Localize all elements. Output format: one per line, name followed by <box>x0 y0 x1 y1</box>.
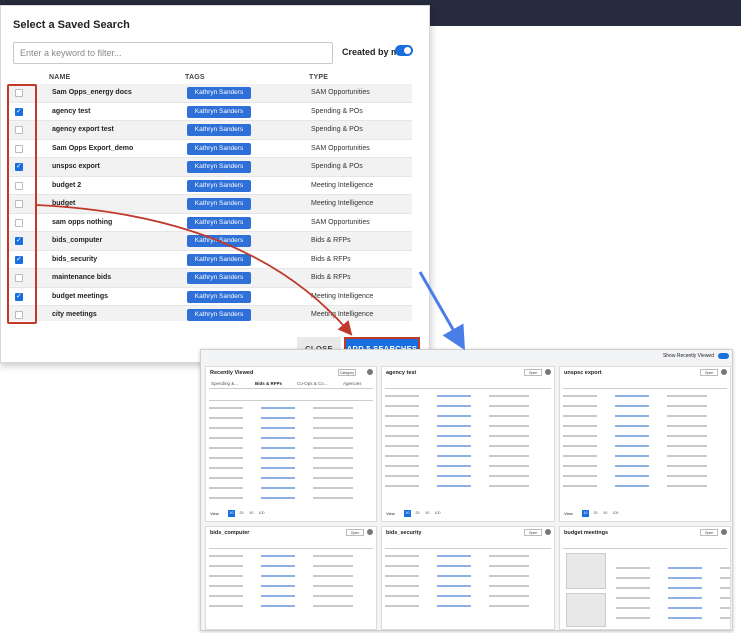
red-arrow <box>35 204 353 336</box>
annotation-arrows <box>35 204 465 351</box>
blue-arrow <box>418 271 465 351</box>
